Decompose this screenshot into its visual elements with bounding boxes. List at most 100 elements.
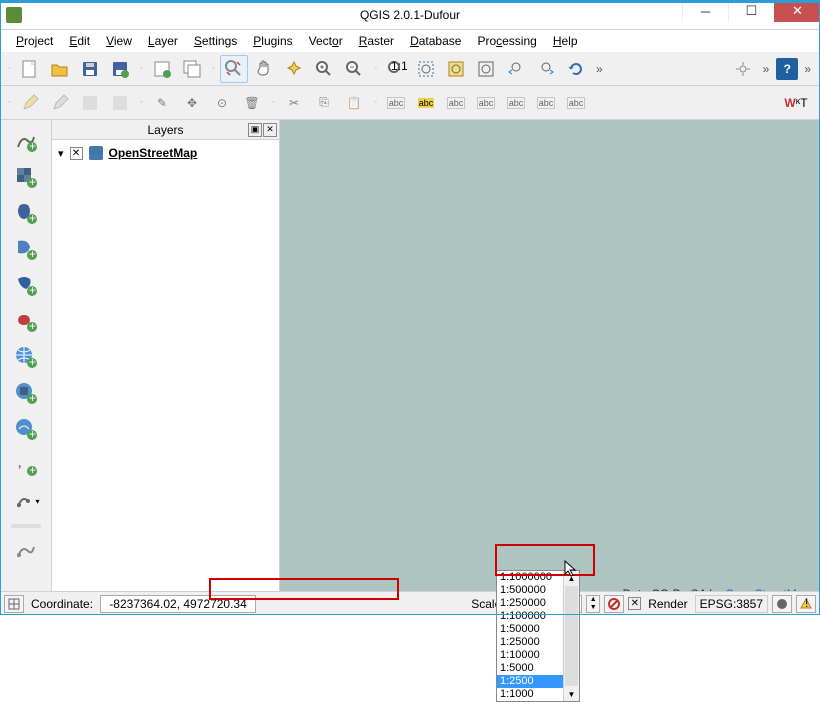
help-icon[interactable]: ?	[776, 58, 798, 80]
add-vector-icon[interactable]: +	[10, 126, 42, 156]
scale-option[interactable]: 1:50000	[497, 623, 563, 636]
toolbar-overflow[interactable]: »	[592, 62, 608, 76]
add-wfs-icon[interactable]: +	[10, 414, 42, 444]
add-spatialite-icon[interactable]: +	[10, 234, 42, 264]
zoom-selection-icon[interactable]	[442, 55, 470, 83]
open-project-icon[interactable]	[46, 55, 74, 83]
menu-vector[interactable]: Vector	[301, 32, 351, 50]
svg-text:+: +	[29, 319, 36, 333]
scale-option[interactable]: 1:1000000	[497, 571, 563, 584]
svg-text:!: !	[805, 596, 808, 610]
scale-option[interactable]: 1:25000	[497, 636, 563, 649]
menu-processing[interactable]: Processing	[469, 32, 544, 50]
crs-label: EPSG:3857	[695, 595, 768, 613]
new-vector-icon[interactable]: ▾	[10, 486, 42, 516]
label-abc2-icon[interactable]: abc	[412, 89, 440, 117]
toolbar-overflow-3[interactable]: »	[800, 62, 816, 76]
stop-render-icon[interactable]	[604, 595, 624, 613]
node-tool-icon[interactable]: ⊙	[208, 89, 236, 117]
scale-option[interactable]: 1:1000	[497, 688, 563, 701]
add-wcs-icon[interactable]: +	[10, 378, 42, 408]
minimize-button[interactable]: ─	[682, 0, 728, 22]
label-abc3-icon[interactable]: abc	[442, 89, 470, 117]
add-postgis-icon[interactable]: +	[10, 198, 42, 228]
layer-item-osm[interactable]: ▾ ✕ OpenStreetMap	[58, 146, 273, 160]
scale-dropdown-scrollbar[interactable]: ▲▼	[563, 571, 579, 701]
menu-view[interactable]: View	[98, 32, 140, 50]
scale-option[interactable]: 1:250000	[497, 597, 563, 610]
cut-icon[interactable]: ✂	[280, 89, 308, 117]
crs-status-icon[interactable]	[772, 595, 792, 613]
close-button[interactable]: ✕	[774, 0, 820, 22]
save-edits2-icon[interactable]	[106, 89, 134, 117]
zoom-last-icon[interactable]	[502, 55, 530, 83]
pan-hand-icon[interactable]	[250, 55, 278, 83]
map-canvas[interactable]: Data CC-By-SA by OpenStreetMap	[280, 120, 820, 611]
label-abc1-icon[interactable]: abc	[382, 89, 410, 117]
add-oracle-icon[interactable]: +	[10, 306, 42, 336]
pan-selection-icon[interactable]	[280, 55, 308, 83]
zoom-layer-icon[interactable]	[472, 55, 500, 83]
menu-database[interactable]: Database	[402, 32, 469, 50]
delete-feature-icon[interactable]: 🗑	[238, 89, 266, 117]
label-abc5-icon[interactable]: abc	[502, 89, 530, 117]
toolbar-edit: ✎ ✥ ⊙ 🗑 ✂ ⎘ 📋 abc abc abc abc abc abc ab…	[0, 86, 820, 120]
composer-manager-icon[interactable]	[178, 55, 206, 83]
zoom-out-icon[interactable]	[340, 55, 368, 83]
menu-raster[interactable]: Raster	[351, 32, 402, 50]
coordinate-field[interactable]: -8237364.02, 4972720.34	[100, 595, 256, 613]
svg-text:1:1: 1:1	[391, 59, 408, 73]
pan-icon[interactable]	[220, 55, 248, 83]
menu-edit[interactable]: Edit	[61, 32, 98, 50]
scale-option[interactable]: 1:5000	[497, 662, 563, 675]
scale-spinner[interactable]: ▲▼	[586, 595, 600, 613]
zoom-next-icon[interactable]	[532, 55, 560, 83]
menu-help[interactable]: Help	[545, 32, 586, 50]
save-as-project-icon[interactable]	[106, 55, 134, 83]
scale-option[interactable]: 1:100000	[497, 610, 563, 623]
gps-icon[interactable]	[10, 536, 42, 566]
messages-icon[interactable]: !	[796, 595, 816, 613]
add-delimited-icon[interactable]: ,+	[10, 450, 42, 480]
zoom-full-icon[interactable]	[412, 55, 440, 83]
save-edits-icon[interactable]	[76, 89, 104, 117]
toggle-extents-icon[interactable]	[4, 595, 24, 613]
scale-option[interactable]: 1:2500	[497, 675, 563, 688]
toolbar-overflow-2[interactable]: »	[759, 62, 775, 76]
add-wms-icon[interactable]: +	[10, 342, 42, 372]
scale-dropdown[interactable]: 1:10000001:5000001:2500001:1000001:50000…	[496, 570, 580, 702]
edit-pencil-icon[interactable]	[16, 89, 44, 117]
add-mssql-icon[interactable]: +	[10, 270, 42, 300]
label-abc6-icon[interactable]: abc	[532, 89, 560, 117]
zoom-native-icon[interactable]: 1:1	[382, 55, 410, 83]
paste-icon[interactable]: 📋	[340, 89, 368, 117]
save-project-icon[interactable]	[76, 55, 104, 83]
layers-tree[interactable]: ▾ ✕ OpenStreetMap	[52, 140, 279, 611]
refresh-icon[interactable]	[562, 55, 590, 83]
menu-project[interactable]: Project	[8, 32, 61, 50]
coordinate-label: Coordinate:	[28, 597, 96, 611]
maximize-button[interactable]: ☐	[728, 0, 774, 22]
menu-layer[interactable]: Layer	[140, 32, 186, 50]
panel-undock-icon[interactable]: ▣	[248, 123, 262, 137]
menu-settings[interactable]: Settings	[186, 32, 245, 50]
panel-close-icon[interactable]: ✕	[263, 123, 277, 137]
copy-icon[interactable]: ⎘	[310, 89, 338, 117]
label-abc7-icon[interactable]: abc	[562, 89, 590, 117]
zoom-in-icon[interactable]	[310, 55, 338, 83]
add-feature-icon[interactable]: ✎	[148, 89, 176, 117]
layer-visibility-checkbox[interactable]: ✕	[70, 147, 83, 160]
gear-icon[interactable]	[729, 55, 757, 83]
move-feature-icon[interactable]: ✥	[178, 89, 206, 117]
new-composer-icon[interactable]	[148, 55, 176, 83]
label-abc4-icon[interactable]: abc	[472, 89, 500, 117]
add-raster-icon[interactable]: +	[10, 162, 42, 192]
scale-option[interactable]: 1:10000	[497, 649, 563, 662]
render-checkbox[interactable]: ✕	[628, 597, 641, 610]
edit-pencil2-icon[interactable]	[46, 89, 74, 117]
wkt-icon[interactable]: WᴋT	[776, 89, 816, 117]
menu-plugins[interactable]: Plugins	[245, 32, 300, 50]
scale-option[interactable]: 1:500000	[497, 584, 563, 597]
svg-text:+: +	[29, 175, 36, 189]
new-project-icon[interactable]	[16, 55, 44, 83]
